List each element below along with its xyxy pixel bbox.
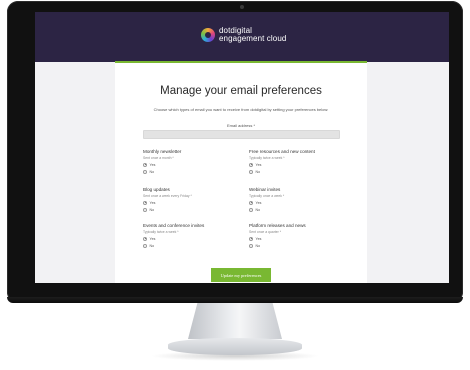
pref-title: Blog updates (143, 187, 170, 192)
dotdigital-logo-icon (201, 28, 215, 42)
pref-title: Webinar invites (249, 187, 281, 192)
radio-checked-icon[interactable] (249, 236, 253, 241)
pref-webinar-invites: Webinar invites Typically once a week * … (249, 187, 347, 212)
page-title: Manage your email preferences (160, 85, 322, 97)
radio-empty-icon[interactable] (249, 207, 253, 212)
pref-subtitle: Typically twice a week * (249, 155, 285, 160)
radio-checked-icon[interactable] (249, 200, 253, 205)
monitor-stand-neck (188, 303, 282, 339)
pref-title: Platform releases and news (249, 223, 306, 228)
monitor-chin (7, 297, 463, 303)
option-yes[interactable]: Yes (143, 236, 241, 241)
update-preferences-button[interactable]: Update my preferences (211, 268, 271, 282)
pref-blog-updates: Blog updates Sent once a week every Frid… (143, 187, 241, 212)
radio-checked-icon[interactable] (143, 162, 147, 167)
brand-header: dotdigital engagement cloud (35, 12, 449, 62)
intro-text: Choose which types of email you want to … (153, 107, 329, 112)
option-no[interactable]: No (249, 207, 347, 212)
preferences-card: Manage your email preferences Choose whi… (115, 61, 367, 283)
radio-empty-icon[interactable] (143, 243, 147, 248)
pref-title: Events and conference invites (143, 223, 205, 228)
radio-empty-icon[interactable] (143, 169, 147, 174)
option-yes[interactable]: Yes (249, 236, 347, 241)
option-no[interactable]: No (143, 243, 241, 248)
radio-checked-icon[interactable] (249, 162, 253, 167)
screen: dotdigital engagement cloud Manage your … (35, 12, 449, 283)
email-field[interactable] (143, 130, 340, 139)
pref-subtitle: Typically twice a week * (143, 229, 179, 234)
pref-subtitle: Sent once a quarter * (249, 229, 282, 234)
pref-subtitle: Sent once a month * (143, 155, 174, 160)
email-label: Email address * (226, 123, 255, 128)
monitor-frame: dotdigital engagement cloud Manage your … (7, 1, 463, 303)
pref-platform-releases: Platform releases and news Sent once a q… (249, 223, 347, 248)
option-no[interactable]: No (143, 169, 241, 174)
option-no[interactable]: No (143, 207, 241, 212)
pref-title: Free resources and new content (249, 149, 315, 154)
option-yes[interactable]: Yes (143, 162, 241, 167)
pref-title: Monthly newsletter (143, 149, 182, 154)
pref-free-resources: Free resources and new content Typically… (249, 149, 347, 174)
pref-subtitle: Sent once a week every Friday * (143, 193, 192, 198)
radio-empty-icon[interactable] (249, 169, 253, 174)
option-yes[interactable]: Yes (249, 200, 347, 205)
radio-checked-icon[interactable] (143, 236, 147, 241)
radio-empty-icon[interactable] (249, 243, 253, 248)
option-yes[interactable]: Yes (249, 162, 347, 167)
pref-events-invites: Events and conference invites Typically … (143, 223, 241, 248)
option-yes[interactable]: Yes (143, 200, 241, 205)
brand-lockup: dotdigital engagement cloud (201, 27, 286, 43)
pref-monthly-newsletter: Monthly newsletter Sent once a month * Y… (143, 149, 241, 174)
pref-subtitle: Typically once a week * (249, 193, 285, 198)
monitor-stand-base (168, 338, 302, 355)
brand-tagline: engagement cloud (219, 34, 287, 43)
option-no[interactable]: No (249, 169, 347, 174)
option-no[interactable]: No (249, 243, 347, 248)
radio-empty-icon[interactable] (143, 207, 147, 212)
radio-checked-icon[interactable] (143, 200, 147, 205)
camera-icon (240, 5, 244, 9)
